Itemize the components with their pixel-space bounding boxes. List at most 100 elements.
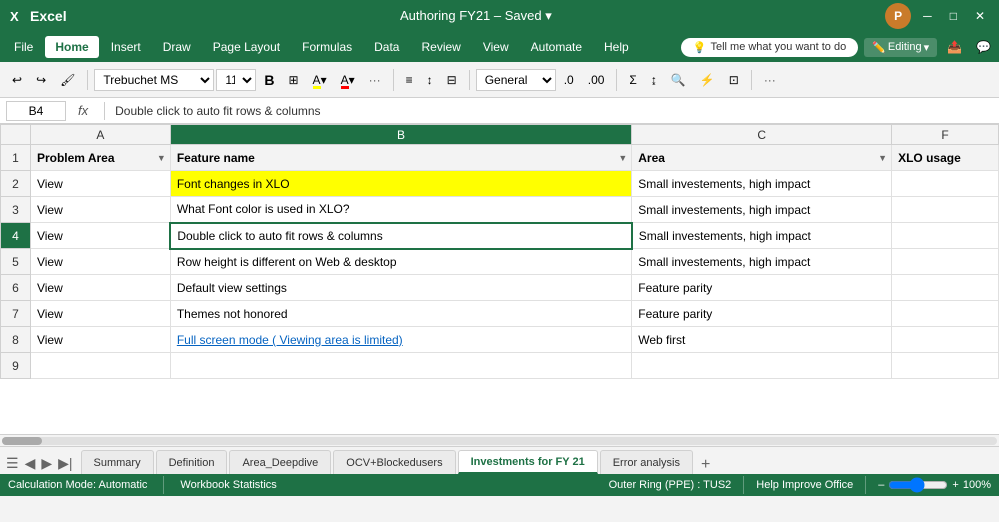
menu-help[interactable]: Help [594, 36, 639, 58]
row-header-6[interactable]: 6 [1, 275, 31, 301]
row-header-3[interactable]: 3 [1, 197, 31, 223]
col-header-a[interactable]: A [30, 125, 170, 145]
add-sheet-button[interactable]: + [695, 456, 716, 474]
cell-b4[interactable]: Double click to auto fit rows & columns [170, 223, 631, 249]
cell-a1[interactable]: Problem Area [30, 145, 170, 171]
cell-f3[interactable] [892, 197, 999, 223]
cell-a6[interactable]: View [30, 275, 170, 301]
tab-nav-last-button[interactable]: ▶| [56, 453, 74, 474]
redo-button[interactable]: ↪ [30, 70, 52, 90]
menu-draw[interactable]: Draw [153, 36, 201, 58]
minimize-btn[interactable]: ─ [917, 9, 938, 23]
cell-c7[interactable]: Feature parity [632, 301, 892, 327]
tab-ocv-blockedusers[interactable]: OCV+Blockedusers [333, 450, 455, 474]
scrollbar-thumb[interactable] [2, 437, 42, 445]
cell-c3[interactable]: Small investements, high impact [632, 197, 892, 223]
cell-b1[interactable]: Feature name [170, 145, 631, 171]
maximize-btn[interactable]: □ [944, 9, 963, 23]
col-header-f[interactable]: F [892, 125, 999, 145]
tell-me-input[interactable]: 💡 Tell me what you want to do [681, 38, 858, 57]
cell-a8[interactable]: View [30, 327, 170, 353]
bold-button[interactable]: B [258, 69, 280, 91]
cell-b9[interactable] [170, 353, 631, 379]
zoom-control[interactable]: – + 100% [878, 477, 991, 493]
cell-c6[interactable]: Feature parity [632, 275, 892, 301]
undo-button[interactable]: ↩ [6, 70, 28, 90]
tab-nav-menu-button[interactable]: ☰ [4, 453, 21, 474]
tab-area-deepdive[interactable]: Area_Deepdive [229, 450, 331, 474]
cell-a7[interactable]: View [30, 301, 170, 327]
format2-button[interactable]: ⊡ [723, 70, 745, 90]
cell-a3[interactable]: View [30, 197, 170, 223]
cell-f9[interactable] [892, 353, 999, 379]
cell-b6[interactable]: Default view settings [170, 275, 631, 301]
tab-nav-prev-button[interactable]: ◀ [23, 453, 38, 474]
row-header-7[interactable]: 7 [1, 301, 31, 327]
format-painter-button[interactable]: 🖌 [54, 70, 81, 90]
cell-b7[interactable]: Themes not honored [170, 301, 631, 327]
toolbar-overflow-button[interactable]: ··· [758, 70, 782, 90]
tab-investments-fy21[interactable]: Investments for FY 21 [458, 450, 598, 474]
comment-icon[interactable]: 💬 [972, 40, 995, 54]
cell-c9[interactable] [632, 353, 892, 379]
cell-f5[interactable] [892, 249, 999, 275]
menu-view[interactable]: View [473, 36, 519, 58]
cell-c8[interactable]: Web first [632, 327, 892, 353]
font-name-select[interactable]: Trebuchet MS [94, 69, 214, 91]
font-size-select[interactable]: 11 [216, 69, 256, 91]
avatar[interactable]: P [885, 3, 911, 29]
number-format-select[interactable]: General [476, 69, 556, 91]
menu-pagelayout[interactable]: Page Layout [203, 36, 290, 58]
menu-data[interactable]: Data [364, 36, 409, 58]
row-header-9[interactable]: 9 [1, 353, 31, 379]
cell-c1[interactable]: Area [632, 145, 892, 171]
cell-b3[interactable]: What Font color is used in XLO? [170, 197, 631, 223]
align-button[interactable]: ≡ [400, 70, 419, 90]
menu-review[interactable]: Review [411, 36, 470, 58]
tab-summary[interactable]: Summary [81, 450, 154, 474]
tab-error-analysis[interactable]: Error analysis [600, 450, 693, 474]
row-header-8[interactable]: 8 [1, 327, 31, 353]
menu-formulas[interactable]: Formulas [292, 36, 362, 58]
share-icon[interactable]: 📤 [943, 40, 966, 54]
decrease-decimal-button[interactable]: .0 [558, 70, 580, 90]
menu-insert[interactable]: Insert [101, 36, 151, 58]
menu-home[interactable]: Home [45, 36, 98, 58]
cell-f6[interactable] [892, 275, 999, 301]
row-header-1[interactable]: 1 [1, 145, 31, 171]
window-controls[interactable]: P ─ □ ✕ [885, 3, 991, 29]
menu-file[interactable]: File [4, 36, 43, 58]
increase-decimal-button[interactable]: .00 [582, 70, 611, 90]
sort-button[interactable]: ↕ [421, 70, 439, 90]
cell-c5[interactable]: Small investements, high impact [632, 249, 892, 275]
font-color-button[interactable]: A▾ [335, 70, 361, 90]
cell-c2[interactable]: Small investements, high impact [632, 171, 892, 197]
cell-a4[interactable]: View [30, 223, 170, 249]
find-button[interactable]: 🔍 [665, 70, 692, 90]
cell-b2[interactable]: Font changes in XLO [170, 171, 631, 197]
borders-button[interactable]: ⊞ [282, 70, 304, 90]
cell-f2[interactable] [892, 171, 999, 197]
sort2-button[interactable]: ↨ [645, 70, 663, 90]
cell-a2[interactable]: View [30, 171, 170, 197]
col-header-b[interactable]: B [170, 125, 631, 145]
format-button[interactable]: ⊟ [441, 70, 463, 90]
cell-b5[interactable]: Row height is different on Web & desktop [170, 249, 631, 275]
row-header-4[interactable]: 4 [1, 223, 31, 249]
zoom-slider[interactable] [888, 477, 948, 493]
help-improve-label[interactable]: Help Improve Office [756, 479, 853, 491]
workbook-stats-button[interactable]: Workbook Statistics [180, 479, 276, 491]
zoom-in-icon[interactable]: + [952, 479, 958, 491]
cell-b8[interactable]: Full screen mode ( Viewing area is limit… [170, 327, 631, 353]
cell-reference-input[interactable] [6, 101, 66, 121]
font-more-button[interactable]: ··· [363, 70, 387, 90]
row-header-5[interactable]: 5 [1, 249, 31, 275]
cell-f4[interactable] [892, 223, 999, 249]
menu-automate[interactable]: Automate [521, 36, 592, 58]
row-header-2[interactable]: 2 [1, 171, 31, 197]
tab-nav-next-button[interactable]: ▶ [39, 453, 54, 474]
close-btn[interactable]: ✕ [969, 9, 991, 23]
cell-a9[interactable] [30, 353, 170, 379]
flash-button[interactable]: ⚡ [694, 70, 721, 90]
cell-c4[interactable]: Small investements, high impact [632, 223, 892, 249]
